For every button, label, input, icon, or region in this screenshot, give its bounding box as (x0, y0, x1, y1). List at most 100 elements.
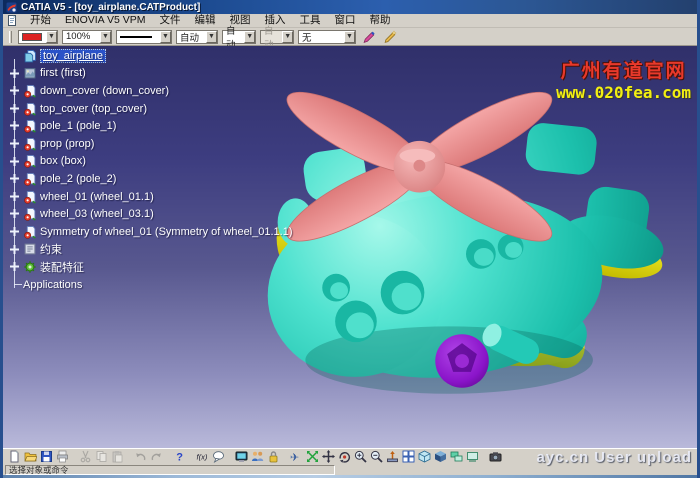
tree-item-装配特征[interactable]: 装配特征 (7, 258, 287, 276)
menu-文件[interactable]: 文件 (153, 14, 188, 27)
tree-item-label[interactable]: down_cover (down_cover) (40, 85, 169, 97)
tree-item-first[interactable]: first (first) (7, 65, 287, 83)
fit-all-button[interactable] (305, 450, 319, 464)
lineweight-combo[interactable]: 自动 ▼ (176, 30, 218, 44)
menu-开始[interactable]: 开始 (23, 14, 58, 27)
print-button[interactable] (55, 450, 69, 464)
tree-item-toy_airplane[interactable]: toy_airplane (7, 47, 287, 65)
tree-item-label[interactable]: top_cover (top_cover) (40, 103, 147, 115)
expand-plus-icon[interactable] (9, 68, 20, 79)
pointstyle-combo[interactable]: 自动 ▼ (222, 30, 256, 44)
help-icon: ? (173, 450, 186, 463)
linetype-combo[interactable]: ▼ (116, 30, 172, 44)
tree-item-down_cover[interactable]: down_cover (down_cover) (7, 82, 287, 100)
tree-item-label[interactable]: wheel_01 (wheel_01.1) (40, 191, 154, 203)
swap-view-button[interactable] (465, 450, 479, 464)
painter-button[interactable] (360, 29, 377, 45)
expand-plus-icon[interactable] (9, 103, 20, 114)
normal-view-button[interactable] (385, 450, 399, 464)
users-button[interactable] (250, 450, 264, 464)
lock-button[interactable] (266, 450, 280, 464)
expand-plus-icon[interactable] (9, 261, 20, 272)
opacity-combo-arrow-icon[interactable]: ▼ (100, 31, 111, 43)
camera-button[interactable] (488, 450, 502, 464)
wizard-button[interactable] (381, 29, 398, 45)
tree-item-wheel_01[interactable]: wheel_01 (wheel_01.1) (7, 188, 287, 206)
zoom-in-button[interactable] (353, 450, 367, 464)
tree-item-label[interactable]: Symmetry of wheel_01 (Symmetry of wheel_… (40, 226, 293, 238)
formula-button[interactable]: f(x) (195, 450, 209, 464)
tree-item-box[interactable]: box (box) (7, 153, 287, 171)
tree-item-prop[interactable]: prop (prop) (7, 135, 287, 153)
shaded-view-button[interactable] (433, 450, 447, 464)
tree-item-label[interactable]: box (box) (40, 155, 86, 167)
fly-button[interactable]: ✈ (289, 450, 303, 464)
copy-icon (95, 450, 108, 463)
document-menu-icon[interactable] (7, 15, 18, 26)
zoom-in-icon (354, 450, 367, 463)
cut-button (78, 450, 92, 464)
tree-item-applications[interactable]: Applications (7, 276, 287, 294)
expand-plus-icon[interactable] (9, 85, 20, 96)
expand-plus-icon[interactable] (9, 156, 20, 167)
expand-plus-icon[interactable] (9, 208, 20, 219)
tree-item-label[interactable]: first (first) (40, 67, 86, 79)
tree-item-label[interactable]: toy_airplane (40, 49, 106, 63)
toolbar-group (7, 450, 69, 464)
fit-all-icon (306, 450, 319, 463)
layer-combo-arrow-icon[interactable]: ▼ (344, 31, 355, 43)
color-combo[interactable]: ▼ (18, 30, 58, 44)
expand-plus-icon[interactable] (9, 120, 20, 131)
menu-帮助[interactable]: 帮助 (363, 14, 398, 27)
3d-viewport[interactable]: toy_airplanefirst (first) down_cover (dow… (3, 46, 697, 448)
undo-button (133, 450, 147, 464)
menu-工具[interactable]: 工具 (293, 14, 328, 27)
lineweight-combo-arrow-icon[interactable]: ▼ (206, 31, 217, 43)
multi-view-button[interactable] (401, 450, 415, 464)
linetype-combo-arrow-icon[interactable]: ▼ (160, 31, 171, 43)
tree-item-label[interactable]: Applications (23, 279, 82, 291)
tree-item-label[interactable]: pole_1 (pole_1) (40, 120, 116, 132)
tree-item-top_cover[interactable]: top_cover (top_cover) (7, 100, 287, 118)
new-document-button[interactable] (7, 450, 21, 464)
expand-plus-icon[interactable] (9, 191, 20, 202)
expand-plus-icon[interactable] (9, 138, 20, 149)
save-button[interactable] (39, 450, 53, 464)
tree-item-label[interactable]: prop (prop) (40, 138, 94, 150)
tree-item-wheel_03[interactable]: wheel_03 (wheel_03.1) (7, 205, 287, 223)
pointstyle-combo-arrow-icon[interactable]: ▼ (244, 31, 255, 43)
wizard-icon (383, 30, 397, 44)
hide-show-button[interactable] (449, 450, 463, 464)
model-group[interactable] (268, 78, 669, 393)
tree-item-pole_2[interactable]: pole_2 (pole_2) (7, 170, 287, 188)
tree-item-label[interactable]: pole_2 (pole_2) (40, 173, 116, 185)
svg-text:?: ? (176, 452, 183, 464)
color-combo-arrow-icon[interactable]: ▼ (46, 31, 57, 43)
tree-item-pole_1[interactable]: pole_1 (pole_1) (7, 117, 287, 135)
open-folder-button[interactable] (23, 450, 37, 464)
zoom-out-button[interactable] (369, 450, 383, 464)
expand-plus-icon[interactable] (9, 226, 20, 237)
expand-plus-icon[interactable] (9, 244, 20, 255)
expand-plus-icon[interactable] (9, 173, 20, 184)
help-button[interactable]: ? (172, 450, 186, 464)
tree-item-label[interactable]: 约束 (40, 241, 62, 257)
iso-view-button[interactable] (417, 450, 431, 464)
tree-item-label[interactable]: wheel_03 (wheel_03.1) (40, 208, 154, 220)
menu-窗口[interactable]: 窗口 (328, 14, 363, 27)
menu-enovia-v5-vpm[interactable]: ENOVIA V5 VPM (58, 14, 153, 27)
pan-button[interactable] (321, 450, 335, 464)
monitor-button[interactable] (234, 450, 248, 464)
tree-item-约束[interactable]: 约束 (7, 241, 287, 259)
chat-button[interactable] (211, 450, 225, 464)
menu-编辑[interactable]: 编辑 (188, 14, 223, 27)
rotate-button[interactable] (337, 450, 351, 464)
opacity-combo[interactable]: 100% ▼ (62, 30, 112, 44)
layer-combo[interactable]: 无 ▼ (298, 30, 356, 44)
toolbar-grip[interactable] (9, 31, 12, 43)
tree-item-label[interactable]: 装配特征 (40, 259, 84, 275)
tree-item-symmetry[interactable]: Symmetry of wheel_01 (Symmetry of wheel_… (7, 223, 287, 241)
window-title: CATIA V5 - [toy_airplane.CATProduct] (21, 2, 200, 13)
title-bar[interactable]: CATIA V5 - [toy_airplane.CATProduct] (3, 0, 697, 14)
color-swatch (22, 33, 42, 41)
